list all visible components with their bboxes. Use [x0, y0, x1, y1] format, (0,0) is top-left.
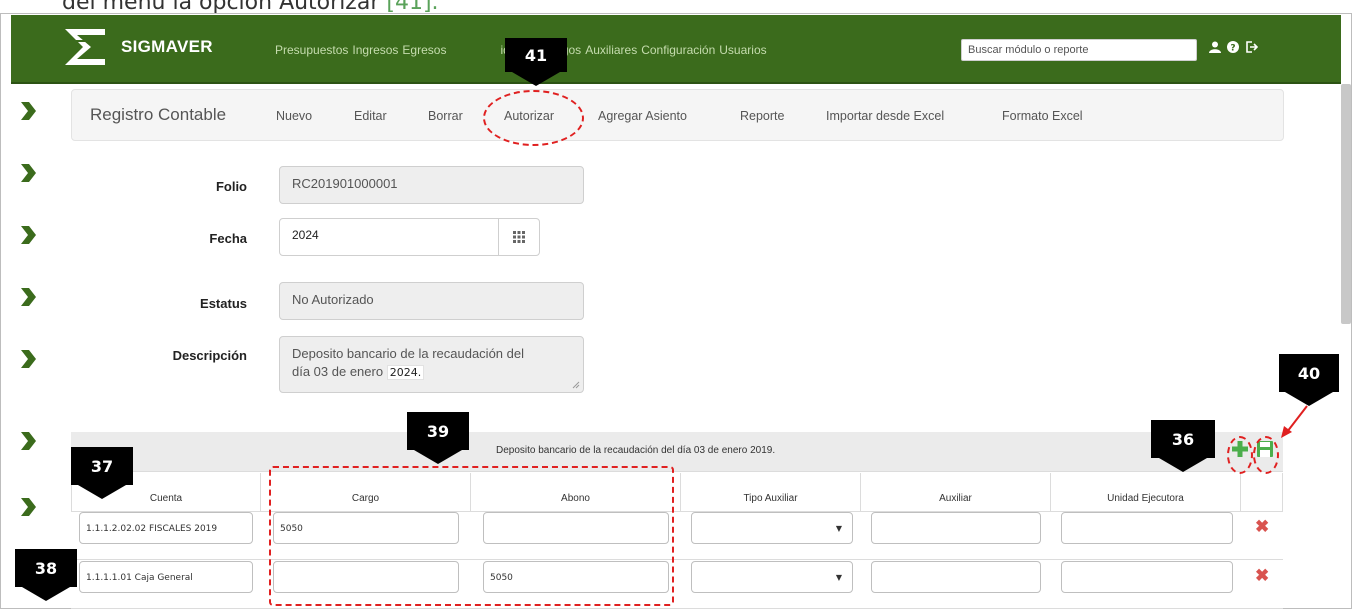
col-tipo-auxiliar: Tipo Auxiliar: [681, 473, 861, 511]
cuenta-cell[interactable]: 1.1.1.2.02.02 FISCALES 2019: [79, 512, 253, 544]
brand-name: SIGMAVER: [121, 37, 213, 56]
menu-ingresos[interactable]: Ingresos: [352, 43, 398, 57]
fecha-label: Fecha: [209, 231, 247, 246]
tipo-auxiliar-select[interactable]: ▼: [691, 512, 853, 544]
descripcion-line-2: día 03 de enero 2024.: [292, 363, 571, 382]
menu-hidden-gap: [450, 43, 496, 57]
highlight-add: [1227, 436, 1253, 474]
col-auxiliar: Auxiliar: [861, 473, 1051, 511]
delete-row-icon[interactable]: ✖: [1255, 517, 1269, 537]
borrar-button[interactable]: Borrar: [428, 109, 463, 123]
callout-39: 39: [407, 412, 469, 464]
caret-down-icon: ▼: [835, 573, 842, 582]
record-toolbar: Registro Contable Nuevo Editar Borrar Au…: [71, 89, 1284, 141]
menu-auxiliares[interactable]: Auxiliares: [585, 43, 637, 57]
logout-icon[interactable]: [1245, 41, 1258, 53]
callout-37: 37: [71, 447, 133, 499]
sigmaver-logo-icon: [65, 29, 105, 65]
agregar-asiento-button[interactable]: Agregar Asiento: [598, 109, 687, 123]
search-input[interactable]: Buscar módulo o reporte: [961, 39, 1197, 61]
unidad-ejecutora-input[interactable]: [1061, 561, 1233, 593]
resize-handle-icon[interactable]: [572, 381, 580, 389]
user-icon[interactable]: [1209, 41, 1221, 53]
chevron-right-icon[interactable]: [19, 162, 37, 184]
reporte-button[interactable]: Reporte: [740, 109, 784, 123]
importar-excel-button[interactable]: Importar desde Excel: [826, 109, 944, 123]
caret-down-icon: ▼: [835, 524, 842, 533]
highlight-autorizar: [483, 90, 584, 146]
arrow-pointer-icon: [1281, 405, 1308, 438]
highlight-cargo-abono: [269, 466, 674, 606]
auxiliar-input[interactable]: [871, 561, 1041, 593]
col-unidad-ejecutora: Unidad Ejecutora: [1051, 473, 1241, 511]
unidad-ejecutora-input[interactable]: [1061, 512, 1233, 544]
nuevo-button[interactable]: Nuevo: [276, 109, 312, 123]
folio-label: Folio: [215, 179, 247, 194]
formato-excel-button[interactable]: Formato Excel: [1002, 109, 1083, 123]
menu-usuarios[interactable]: Usuarios: [719, 43, 766, 57]
calendar-grid-icon: [513, 231, 525, 243]
chevron-right-icon[interactable]: [19, 286, 37, 308]
menu-egresos[interactable]: Egresos: [402, 43, 446, 57]
estatus-field: No Autorizado: [279, 282, 584, 320]
col-actions: [1241, 473, 1283, 511]
cuenta-cell[interactable]: 1.1.1.1.01 Caja General: [79, 561, 253, 593]
page: del menú la opción Autorizar [41]. SIGMA…: [0, 0, 1352, 609]
editar-button[interactable]: Editar: [354, 109, 387, 123]
vertical-scrollbar[interactable]: [1341, 84, 1351, 324]
descripcion-label: Descripción: [172, 348, 247, 363]
highlight-save: [1253, 436, 1279, 474]
chevron-right-icon[interactable]: [19, 224, 37, 246]
delete-row-icon[interactable]: ✖: [1255, 566, 1269, 586]
svg-text:?: ?: [1230, 44, 1235, 54]
nav-icons: ?: [1209, 41, 1258, 53]
page-title: Registro Contable: [90, 105, 227, 124]
help-icon[interactable]: ?: [1227, 41, 1239, 53]
menu-configuracion[interactable]: Configuración: [641, 43, 715, 57]
fecha-input[interactable]: 2024: [279, 218, 499, 256]
callout-41: 41: [505, 38, 567, 86]
descripcion-year: 2024.: [386, 365, 425, 380]
descripcion-line-1: Deposito bancario de la recaudación del: [292, 346, 524, 361]
tipo-auxiliar-select[interactable]: ▼: [691, 561, 853, 593]
row-divider: [71, 559, 1283, 560]
calendar-button[interactable]: [498, 218, 540, 256]
chevron-right-icon[interactable]: [19, 430, 37, 452]
chevron-right-icon[interactable]: [19, 348, 37, 370]
asiento-header: Deposito bancario de la recaudación del …: [71, 432, 1283, 472]
callout-40: 40: [1279, 354, 1339, 406]
callout-36: 36: [1151, 420, 1215, 472]
descripcion-line-2-text: día 03 de enero: [292, 364, 384, 379]
chevron-right-icon[interactable]: [19, 100, 37, 122]
folio-field: RC201901000001: [279, 166, 584, 204]
menu-presupuestos[interactable]: Presupuestos: [275, 43, 348, 57]
auxiliar-input[interactable]: [871, 512, 1041, 544]
asiento-title: Deposito bancario de la recaudación del …: [496, 445, 776, 456]
chevron-right-icon[interactable]: [19, 496, 37, 518]
estatus-label: Estatus: [200, 296, 247, 311]
app-window: SIGMAVER Presupuestos Ingresos Egresos i…: [0, 13, 1352, 609]
callout-38: 38: [15, 549, 77, 601]
top-navbar: SIGMAVER Presupuestos Ingresos Egresos i…: [11, 15, 1341, 84]
descripcion-textarea[interactable]: Deposito bancario de la recaudación del …: [279, 336, 584, 393]
